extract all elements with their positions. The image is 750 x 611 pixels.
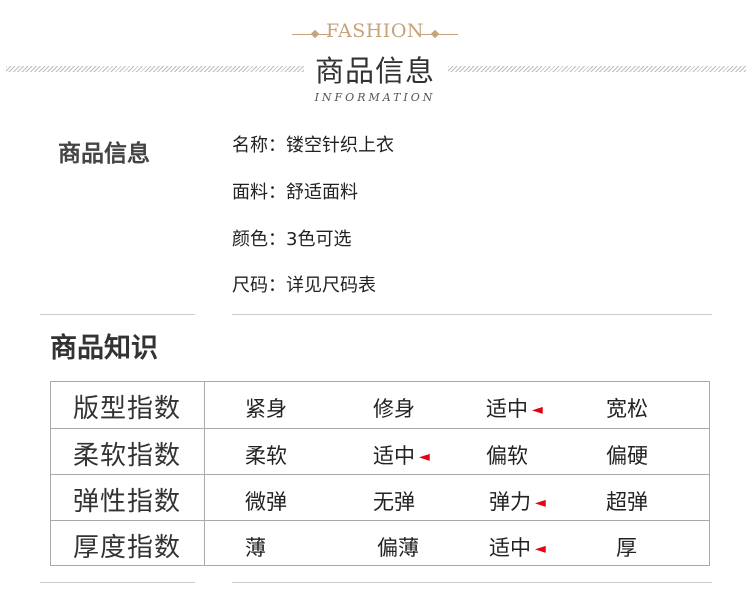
- row-label-elasticity: 弹性指数: [73, 487, 182, 517]
- selected-marker-icon: ◄: [532, 402, 543, 418]
- row-label-softness: 柔软指数: [73, 441, 182, 471]
- info-fabric: 面料：舒适面料: [232, 182, 358, 203]
- option-item: 超弹: [606, 490, 648, 514]
- info-heading: 商品信息: [58, 141, 150, 167]
- row-label-fit: 版型指数: [73, 394, 182, 424]
- option-item-selected: 适中 ◄: [373, 440, 430, 470]
- option-item: 无弹: [373, 490, 415, 514]
- selected-marker-icon: ◄: [535, 541, 546, 557]
- option-label: 适中: [373, 444, 415, 468]
- option-label: 适中: [489, 536, 531, 560]
- divider-right-top: [232, 314, 712, 315]
- header-deco-line-right: [420, 34, 458, 35]
- option-item: 偏软: [486, 444, 528, 468]
- option-item: 厚: [616, 536, 637, 560]
- knowledge-heading: 商品知识: [50, 333, 158, 364]
- row-label-thickness: 厚度指数: [73, 533, 182, 563]
- option-label: 适中: [486, 397, 528, 421]
- info-name: 名称：镂空针织上衣: [232, 135, 394, 156]
- divider-left-bottom: [40, 582, 195, 583]
- table-row: 弹性指数 微弹 无弹 弹力 ◄ 超弹: [51, 474, 709, 520]
- info-color: 颜色：3色可选: [232, 229, 352, 250]
- option-item-selected: 适中 ◄: [489, 532, 546, 562]
- option-item: 薄: [245, 536, 266, 560]
- option-label: 弹力: [489, 490, 531, 514]
- selected-marker-icon: ◄: [535, 495, 546, 511]
- header-fashion-text: FASHION: [325, 20, 425, 42]
- option-item: 微弹: [245, 490, 287, 514]
- option-item-selected: 弹力 ◄: [489, 486, 546, 516]
- table-row: 厚度指数 薄 偏薄 适中 ◄ 厚: [51, 520, 709, 566]
- divider-left-top: [40, 314, 195, 315]
- table-row: 柔软指数 柔软 适中 ◄ 偏软 偏硬: [51, 428, 709, 474]
- option-item: 紧身: [245, 397, 287, 421]
- header-stripe-right: [448, 66, 746, 72]
- option-item: 偏硬: [606, 444, 648, 468]
- option-item: 宽松: [606, 397, 648, 421]
- header-subtitle: INFORMATION: [314, 91, 436, 104]
- option-item: 柔软: [245, 444, 287, 468]
- table-row: 版型指数 紧身 修身 适中 ◄ 宽松: [51, 382, 709, 428]
- info-size: 尺码：详见尺码表: [232, 275, 376, 296]
- option-item-selected: 适中 ◄: [486, 393, 543, 423]
- knowledge-table: 版型指数 紧身 修身 适中 ◄ 宽松 柔软指数 柔软 适中 ◄ 偏软 偏硬 弹性指数…: [50, 381, 710, 566]
- option-item: 修身: [373, 397, 415, 421]
- divider-right-bottom: [232, 582, 712, 583]
- option-item: 偏薄: [377, 536, 419, 560]
- selected-marker-icon: ◄: [419, 449, 430, 465]
